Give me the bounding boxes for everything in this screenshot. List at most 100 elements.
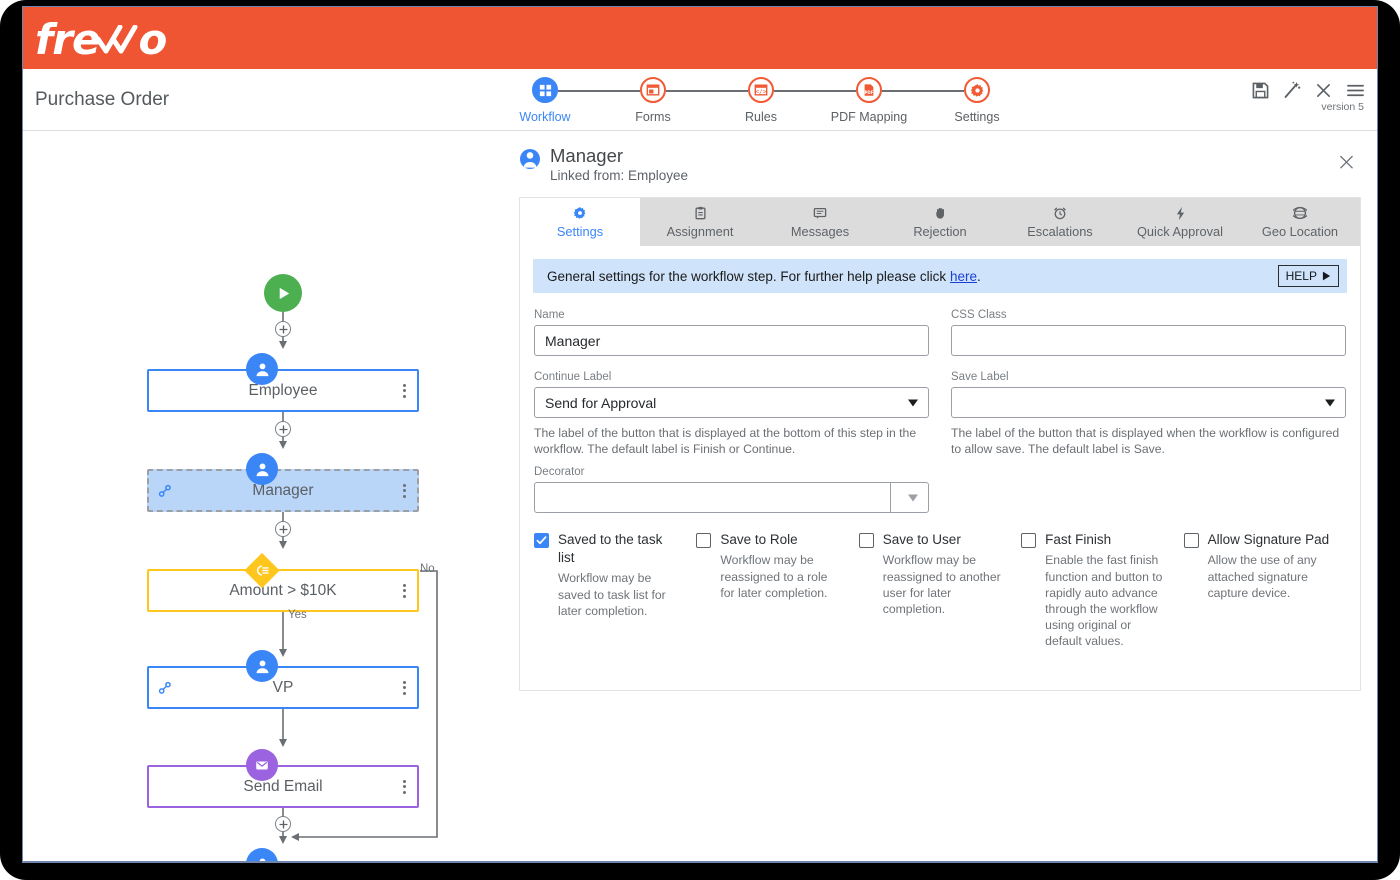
lightning-icon <box>1175 205 1186 221</box>
checkbox-item-saved-to-task-list[interactable]: Saved to the task list Workflow may be s… <box>534 531 696 649</box>
help-link[interactable]: here <box>950 269 977 284</box>
link-icon <box>158 681 172 695</box>
nav-step-pdf-mapping[interactable]: PDF PDF Mapping <box>815 77 923 124</box>
nav-step-label: Forms <box>635 110 670 124</box>
forms-icon <box>640 77 666 103</box>
checkbox-item-save-to-role[interactable]: Save to Role Workflow may be reassigned … <box>696 531 858 649</box>
chevron-down-icon <box>908 399 918 406</box>
checkbox-description: Workflow may be saved to task list for l… <box>558 570 682 618</box>
version-label: version 5 <box>1321 101 1364 113</box>
workflow-canvas[interactable]: Employee Manager <box>23 131 501 863</box>
frevvo-logo[interactable]: fre o <box>35 15 166 61</box>
decorator-combo[interactable] <box>534 482 929 513</box>
workflow-node-send-email[interactable]: Send Email <box>147 765 419 808</box>
branch-label-yes: Yes <box>288 609 307 621</box>
node-menu-icon[interactable] <box>403 681 406 695</box>
workflow-step-nav: Workflow Forms <box>491 77 1031 124</box>
user-step-icon <box>246 650 278 682</box>
tab-messages[interactable]: Messages <box>760 198 880 246</box>
tab-label: Messages <box>791 224 849 239</box>
settings-tabs: Settings Assignment <box>520 198 1360 246</box>
form-row-decorator: Decorator <box>534 466 1346 513</box>
checkbox-item-save-to-user[interactable]: Save to User Workflow may be reassigned … <box>859 531 1021 649</box>
chevron-down-icon <box>1325 399 1335 406</box>
decorator-dropdown-button[interactable] <box>890 483 928 512</box>
node-menu-icon[interactable] <box>403 584 406 598</box>
hand-icon <box>934 205 947 221</box>
gear-icon <box>573 205 587 221</box>
page-title: Purchase Order <box>35 89 169 111</box>
checkbox-label: Allow Signature Pad <box>1208 532 1330 547</box>
checkbox-description: Workflow may be reassigned to another us… <box>883 552 1007 616</box>
node-menu-icon[interactable] <box>403 384 406 398</box>
tab-quick-approval[interactable]: Quick Approval <box>1120 198 1240 246</box>
branch-label-no: No <box>420 563 435 575</box>
pdf-icon: PDF <box>856 77 882 103</box>
continue-label-select[interactable]: Send for Approval <box>534 387 929 418</box>
node-menu-icon[interactable] <box>403 484 406 498</box>
panel-header: Manager Linked from: Employee × <box>519 145 1361 183</box>
save-label-select[interactable] <box>951 387 1346 418</box>
add-step-button[interactable] <box>275 321 291 337</box>
save-label-help: The label of the button that is displaye… <box>951 425 1346 457</box>
magic-wand-icon[interactable] <box>1283 81 1301 99</box>
logo-text-o: o <box>138 19 166 61</box>
continue-label-value: Send for Approval <box>545 395 656 411</box>
css-class-input[interactable] <box>951 325 1346 356</box>
nav-step-rules[interactable]: </> Rules <box>707 77 815 124</box>
panel-close-icon[interactable]: × <box>1336 149 1357 174</box>
checkbox-item-fast-finish[interactable]: Fast Finish Enable the fast finish funct… <box>1021 531 1183 649</box>
nav-step-workflow[interactable]: Workflow <box>491 77 599 124</box>
checkbox-item-allow-signature-pad[interactable]: Allow Signature Pad Allow the use of any… <box>1184 531 1346 649</box>
tab-escalations[interactable]: Escalations <box>1000 198 1120 246</box>
nav-step-label: Rules <box>745 110 777 124</box>
checkbox-icon[interactable] <box>859 533 874 548</box>
form-row-name: Name Manager CSS Class <box>534 309 1346 356</box>
checkbox-label: Save to Role <box>720 532 797 547</box>
tab-rejection[interactable]: Rejection <box>880 198 1000 246</box>
add-step-button[interactable] <box>275 421 291 437</box>
checkbox-icon[interactable] <box>534 533 549 548</box>
close-icon[interactable] <box>1315 82 1332 99</box>
nav-step-label: Workflow <box>519 110 570 124</box>
nav-step-settings[interactable]: Settings <box>923 77 1031 124</box>
node-menu-icon[interactable] <box>403 780 406 794</box>
info-banner-text: General settings for the workflow step. … <box>547 269 981 284</box>
name-input[interactable]: Manager <box>534 325 929 356</box>
save-icon[interactable] <box>1252 82 1269 99</box>
info-banner: General settings for the workflow step. … <box>533 259 1347 293</box>
workflow-node-decision[interactable]: Amount > $10K <box>147 569 419 612</box>
field-group-spacer <box>951 466 1346 513</box>
form-row-labels: Continue Label Send for Approval The lab… <box>534 371 1346 457</box>
alarm-clock-icon <box>1053 205 1067 221</box>
panel-subtitle: Linked from: Employee <box>550 168 688 183</box>
name-input-value: Manager <box>545 333 600 349</box>
help-button-label: HELP <box>1286 269 1317 283</box>
user-step-icon <box>246 453 278 485</box>
help-button[interactable]: HELP <box>1278 265 1339 287</box>
checkbox-icon[interactable] <box>1184 533 1199 548</box>
workflow-node-employee[interactable]: Employee <box>147 369 419 412</box>
add-step-button[interactable] <box>275 521 291 537</box>
checkbox-icon[interactable] <box>696 533 711 548</box>
node-label: Send Email <box>243 778 322 796</box>
checkbox-icon[interactable] <box>1021 533 1036 548</box>
tab-settings[interactable]: Settings <box>520 198 640 246</box>
tab-assignment[interactable]: Assignment <box>640 198 760 246</box>
chevron-down-icon <box>908 494 918 501</box>
field-label: Name <box>534 309 929 321</box>
add-step-button[interactable] <box>275 816 291 832</box>
tab-label: Quick Approval <box>1137 224 1223 239</box>
nav-step-forms[interactable]: Forms <box>599 77 707 124</box>
workflow-start-node[interactable] <box>264 274 302 312</box>
checkbox-description: Allow the use of any attached signature … <box>1208 552 1332 600</box>
hamburger-menu-icon[interactable] <box>1346 82 1365 99</box>
workflow-node-manager[interactable]: Manager <box>147 469 419 512</box>
workflow-node-vp[interactable]: VP <box>147 666 419 709</box>
decorator-input[interactable] <box>535 483 890 512</box>
tab-geo-location[interactable]: Geo Location <box>1240 198 1360 246</box>
globe-icon <box>1293 205 1307 221</box>
app-body: Employee Manager <box>23 131 1377 863</box>
workflow-icon <box>532 77 558 103</box>
field-group-css-class: CSS Class <box>951 309 1346 356</box>
